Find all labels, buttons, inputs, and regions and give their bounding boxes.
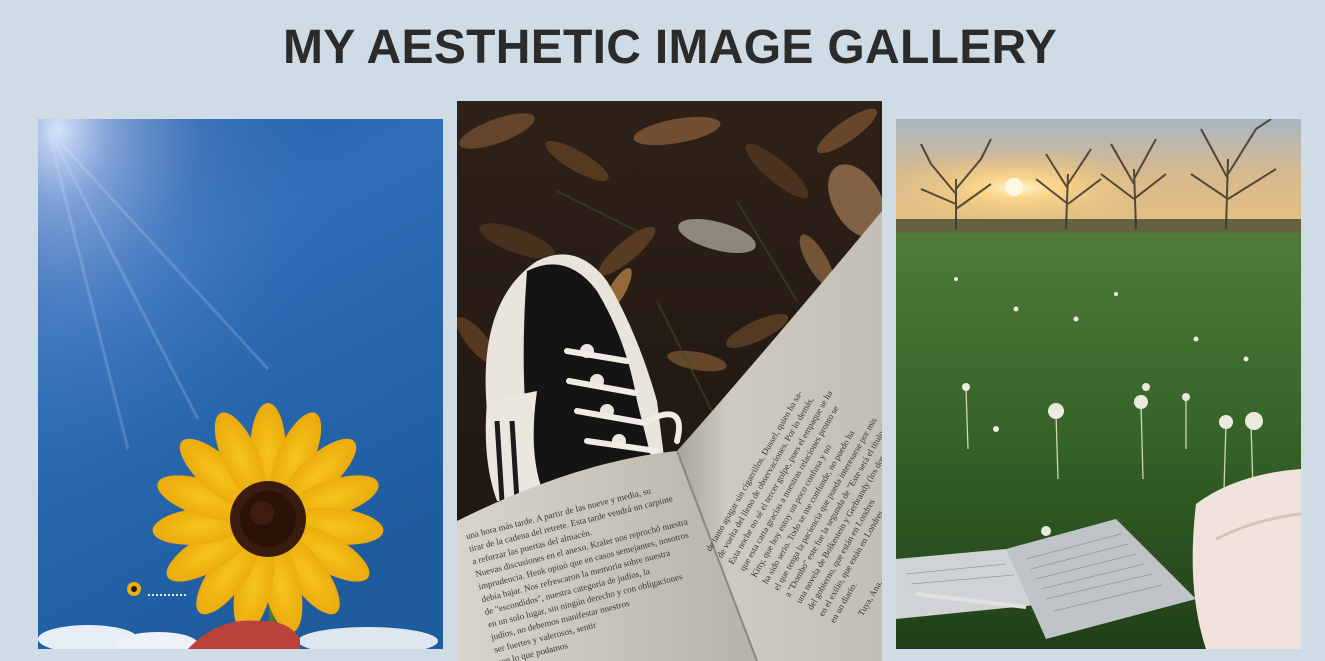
gallery-image-sunset-field[interactable]	[896, 119, 1301, 649]
gallery-image-sneaker-book[interactable]: una hora más tarde. A partir de las nuev…	[457, 101, 882, 661]
sunset-field-photo	[896, 119, 1301, 649]
sunflower-photo	[38, 119, 443, 649]
page-title: MY AESTHETIC IMAGE GALLERY	[282, 21, 1058, 74]
sneaker-book-photo: una hora más tarde. A partir de las nuev…	[457, 101, 882, 661]
gallery-image-sunflower[interactable]	[38, 119, 443, 649]
